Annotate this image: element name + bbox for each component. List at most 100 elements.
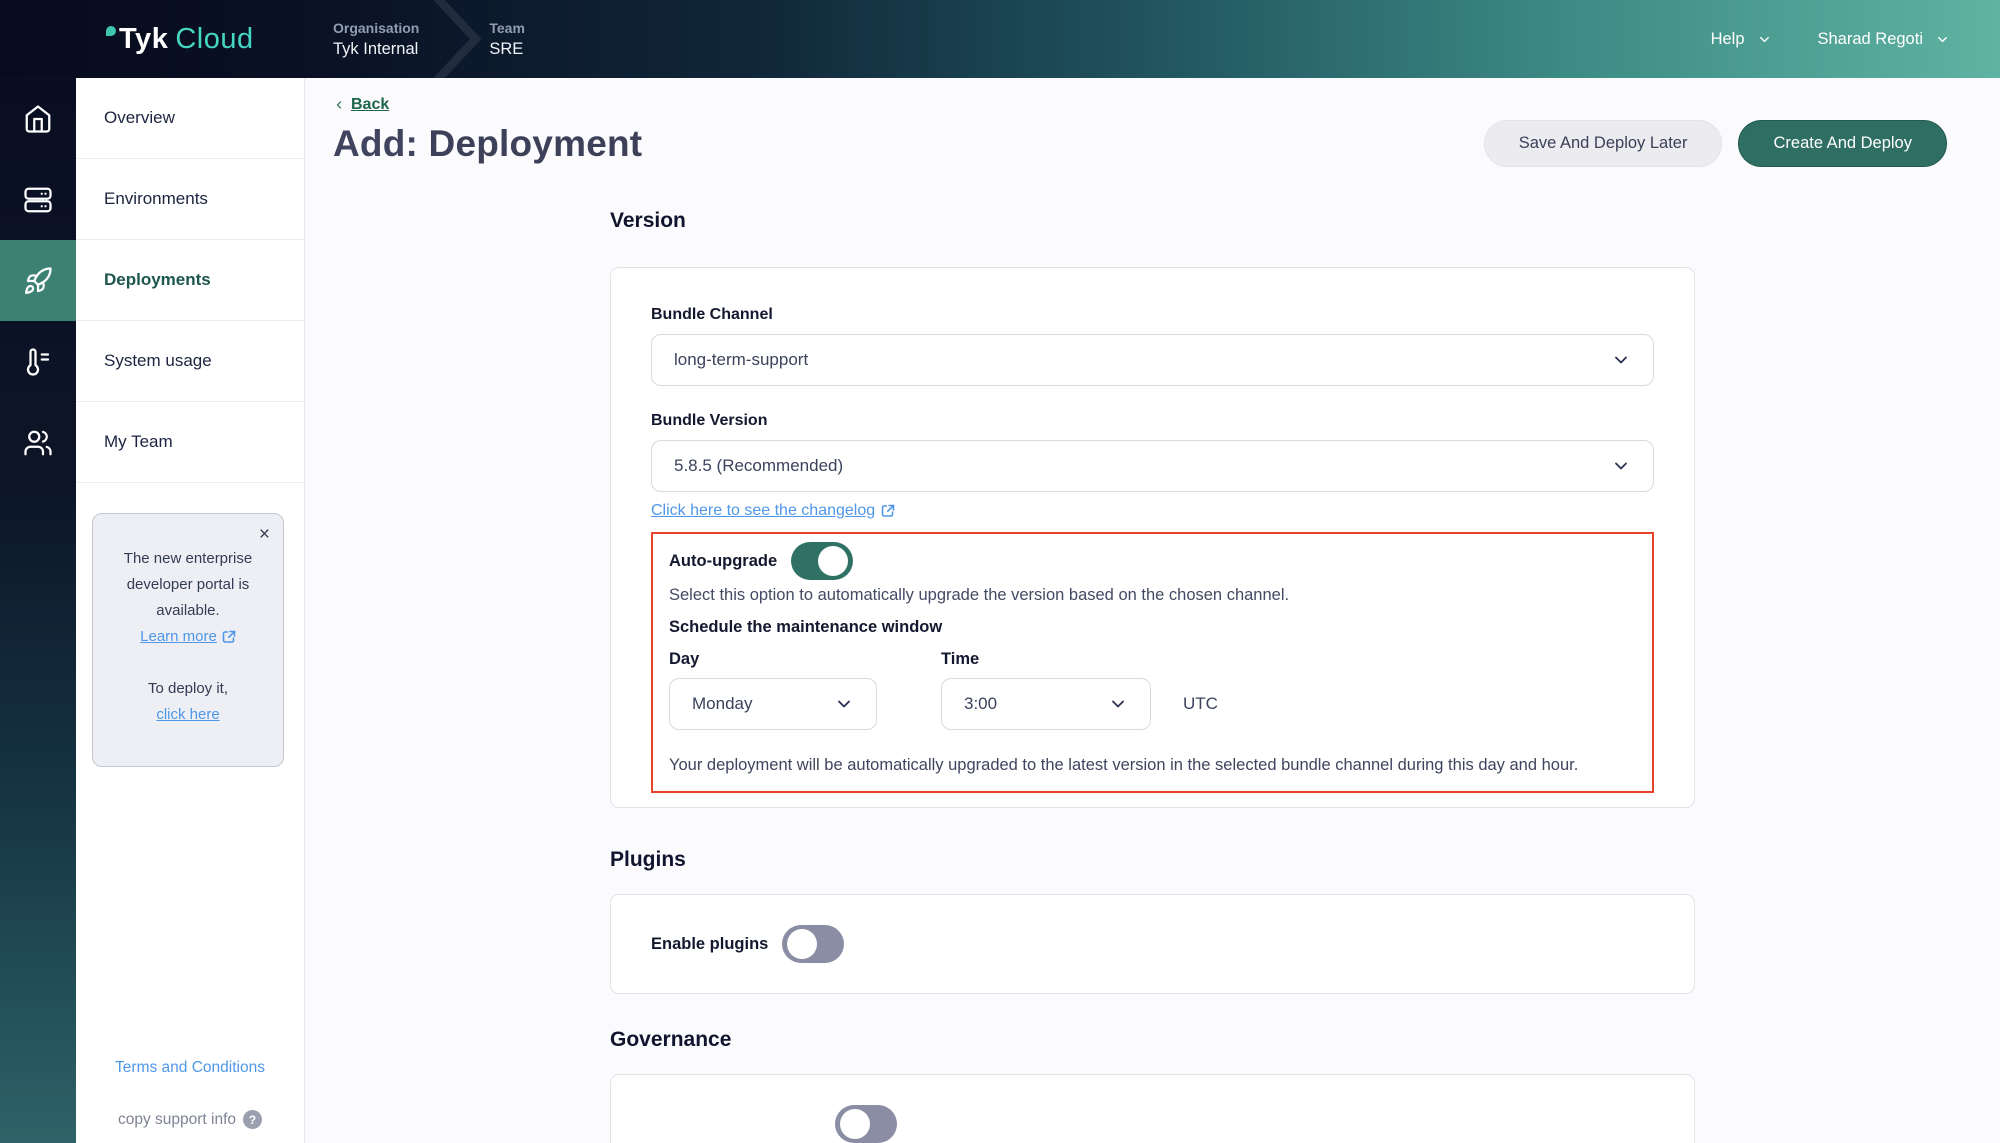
tyk-logo-mark-icon bbox=[106, 26, 116, 36]
governance-card bbox=[610, 1074, 1695, 1143]
plugins-card: Enable plugins bbox=[610, 894, 1695, 994]
organisation-value: Tyk Internal bbox=[333, 40, 419, 59]
time-select[interactable]: 3:00 bbox=[941, 678, 1151, 730]
click-here-link[interactable]: click here bbox=[156, 702, 219, 728]
chevron-down-icon bbox=[1611, 456, 1631, 476]
servers-icon bbox=[23, 185, 53, 215]
page-title: Add: Deployment bbox=[333, 123, 642, 165]
governance-toggle[interactable] bbox=[835, 1105, 897, 1143]
time-value: 3:00 bbox=[964, 694, 997, 714]
enable-plugins-label: Enable plugins bbox=[651, 935, 768, 954]
breadcrumb-organisation[interactable]: Organisation Tyk Internal bbox=[333, 20, 419, 59]
page-title-prefix: Add: bbox=[333, 123, 418, 164]
external-link-icon bbox=[881, 504, 895, 518]
create-and-deploy-button[interactable]: Create And Deploy bbox=[1738, 120, 1947, 167]
version-card: Bundle Channel long-term-support Bundle … bbox=[610, 267, 1695, 808]
schedule-heading: Schedule the maintenance window bbox=[669, 614, 1636, 640]
page-head-left: Back Add: Deployment bbox=[333, 94, 642, 165]
team-value: SRE bbox=[489, 40, 525, 59]
enable-plugins-toggle[interactable] bbox=[782, 925, 844, 963]
sidebar-item-system-usage[interactable]: System usage bbox=[76, 321, 304, 402]
developer-portal-notice: × The new enterprise developer portal is… bbox=[92, 513, 284, 767]
changelog-link-label: Click here to see the changelog bbox=[651, 502, 875, 520]
learn-more-label: Learn more bbox=[140, 624, 217, 650]
time-label: Time bbox=[941, 650, 1151, 672]
header-right-menus: Help Sharad Regoti bbox=[1711, 30, 2000, 49]
rail-item-environments[interactable] bbox=[0, 159, 76, 240]
bundle-channel-label: Bundle Channel bbox=[651, 306, 1654, 326]
help-question-icon[interactable]: ? bbox=[243, 1110, 262, 1129]
bundle-version-label: Bundle Version bbox=[651, 412, 1654, 432]
sidebar: Overview Environments Deployments System… bbox=[76, 78, 305, 1143]
chevron-down-icon bbox=[1108, 694, 1128, 714]
help-menu[interactable]: Help bbox=[1711, 30, 1772, 49]
auto-upgrade-toggle[interactable] bbox=[791, 542, 853, 580]
sidebar-icon-rail bbox=[0, 78, 76, 1143]
rail-item-overview[interactable] bbox=[0, 78, 76, 159]
bundle-version-select[interactable]: 5.8.5 (Recommended) bbox=[651, 440, 1654, 492]
bundle-channel-select[interactable]: long-term-support bbox=[651, 334, 1654, 386]
governance-section-heading: Governance bbox=[610, 1028, 1695, 1052]
chevron-down-icon bbox=[834, 694, 854, 714]
team-label: Team bbox=[489, 20, 525, 36]
sidebar-item-label: Deployments bbox=[104, 270, 211, 290]
sidebar-item-label: Overview bbox=[104, 108, 175, 128]
sidebar-item-label: Environments bbox=[104, 189, 208, 209]
breadcrumb-chevron-icon bbox=[433, 0, 481, 78]
rail-item-system-usage[interactable] bbox=[0, 321, 76, 402]
top-header: Tyk Cloud Organisation Tyk Internal Team… bbox=[0, 0, 2000, 78]
terms-and-conditions-link[interactable]: Terms and Conditions bbox=[76, 1059, 304, 1077]
home-icon bbox=[23, 104, 53, 134]
chevron-down-icon bbox=[1935, 32, 1950, 47]
day-label: Day bbox=[669, 650, 877, 672]
sidebar-item-my-team[interactable]: My Team bbox=[76, 402, 304, 483]
chevron-down-icon bbox=[1611, 350, 1631, 370]
auto-upgrade-label: Auto-upgrade bbox=[669, 552, 777, 571]
user-name: Sharad Regoti bbox=[1818, 30, 1924, 49]
close-icon[interactable]: × bbox=[106, 524, 270, 546]
changelog-link[interactable]: Click here to see the changelog bbox=[651, 500, 895, 522]
auto-upgrade-footnote: Your deployment will be automatically up… bbox=[669, 752, 1636, 779]
help-label: Help bbox=[1711, 30, 1745, 49]
page-title-main: Deployment bbox=[429, 123, 643, 164]
page-actions: Save And Deploy Later Create And Deploy bbox=[1484, 120, 1947, 167]
logo-brand-text: Tyk bbox=[119, 23, 168, 56]
deploy-text: To deploy it, bbox=[106, 676, 270, 702]
logo-suffix-text: Cloud bbox=[175, 23, 253, 56]
save-and-deploy-later-button[interactable]: Save And Deploy Later bbox=[1484, 120, 1723, 167]
sidebar-item-environments[interactable]: Environments bbox=[76, 159, 304, 240]
user-menu[interactable]: Sharad Regoti bbox=[1818, 30, 1951, 49]
organisation-label: Organisation bbox=[333, 20, 419, 36]
back-link[interactable]: Back bbox=[333, 94, 389, 116]
sidebar-item-deployments[interactable]: Deployments bbox=[76, 240, 304, 321]
sidebar-item-overview[interactable]: Overview bbox=[76, 78, 304, 159]
sidebar-item-label: My Team bbox=[104, 432, 173, 452]
rail-item-my-team[interactable] bbox=[0, 402, 76, 483]
breadcrumb-team[interactable]: Team SRE bbox=[489, 20, 525, 59]
sidebar-item-label: System usage bbox=[104, 351, 212, 371]
team-icon bbox=[23, 428, 53, 458]
toggle-knob bbox=[840, 1109, 870, 1139]
toggle-knob bbox=[818, 546, 848, 576]
rail-item-deployments[interactable] bbox=[0, 240, 76, 321]
click-here-label: click here bbox=[156, 702, 219, 728]
toggle-knob bbox=[787, 929, 817, 959]
tyk-cloud-app: Tyk Cloud Organisation Tyk Internal Team… bbox=[0, 0, 2000, 1143]
copy-support-info-label: copy support info bbox=[118, 1111, 236, 1129]
chevron-left-icon bbox=[333, 98, 345, 112]
copy-support-info[interactable]: copy support info ? bbox=[76, 1110, 304, 1129]
external-link-icon bbox=[222, 630, 236, 644]
tyk-cloud-logo[interactable]: Tyk Cloud bbox=[106, 23, 333, 56]
day-value: Monday bbox=[692, 694, 752, 714]
bundle-channel-value: long-term-support bbox=[674, 350, 808, 370]
chevron-down-icon bbox=[1757, 32, 1772, 47]
rocket-icon bbox=[23, 266, 53, 296]
bundle-version-value: 5.8.5 (Recommended) bbox=[674, 456, 843, 476]
day-select[interactable]: Monday bbox=[669, 678, 877, 730]
version-section-heading: Version bbox=[610, 209, 1695, 233]
plugins-section-heading: Plugins bbox=[610, 848, 1695, 872]
timezone-label: UTC bbox=[1183, 678, 1218, 730]
auto-upgrade-description: Select this option to automatically upgr… bbox=[669, 582, 1636, 608]
learn-more-link[interactable]: Learn more bbox=[140, 624, 236, 650]
main-content: Back Add: Deployment Save And Deploy Lat… bbox=[305, 78, 2000, 1143]
